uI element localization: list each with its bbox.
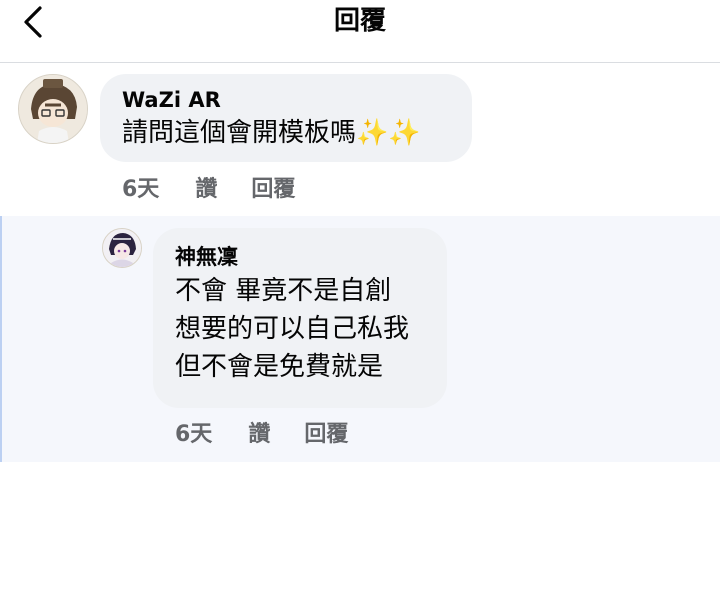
comment-timestamp: 6天	[122, 177, 160, 202]
comment-text-line: 不會 畢竟不是自創	[175, 276, 392, 306]
like-button[interactable]: 讚	[248, 420, 270, 450]
user-avatar-icon	[19, 75, 87, 143]
comment-text-line: 但不會是免費就是	[175, 352, 384, 382]
comment-bubble[interactable]: WaZi AR 請問這個會開模板嗎✨✨	[100, 74, 472, 162]
user-avatar-icon	[103, 229, 141, 267]
sparkles-emoji: ✨✨	[356, 118, 421, 148]
comment-author[interactable]: WaZi AR	[122, 86, 450, 114]
comment-text-line: 請問這個會開模板嗎	[122, 118, 357, 148]
comment-text-line: 想要的可以自己私我	[175, 314, 410, 344]
reply-button[interactable]: 回覆	[304, 420, 348, 450]
avatar[interactable]	[102, 228, 142, 268]
comment-timestamp: 6天	[175, 422, 213, 447]
comment-text: 請問這個會開模板嗎✨✨	[122, 114, 450, 152]
reply-button[interactable]: 回覆	[251, 175, 295, 205]
like-button[interactable]: 讚	[195, 175, 217, 205]
comment-actions: 6天 讚 回覆	[175, 420, 348, 450]
page-title: 回覆	[333, 6, 386, 36]
comment-bubble[interactable]: 神無凜 不會 畢竟不是自創 想要的可以自己私我 但不會是免費就是	[153, 228, 447, 408]
comment-actions: 6天 讚 回覆	[122, 175, 295, 205]
avatar[interactable]	[18, 74, 88, 144]
top-bar: 回覆	[0, 0, 720, 63]
comment-author[interactable]: 神無凜	[175, 242, 425, 272]
